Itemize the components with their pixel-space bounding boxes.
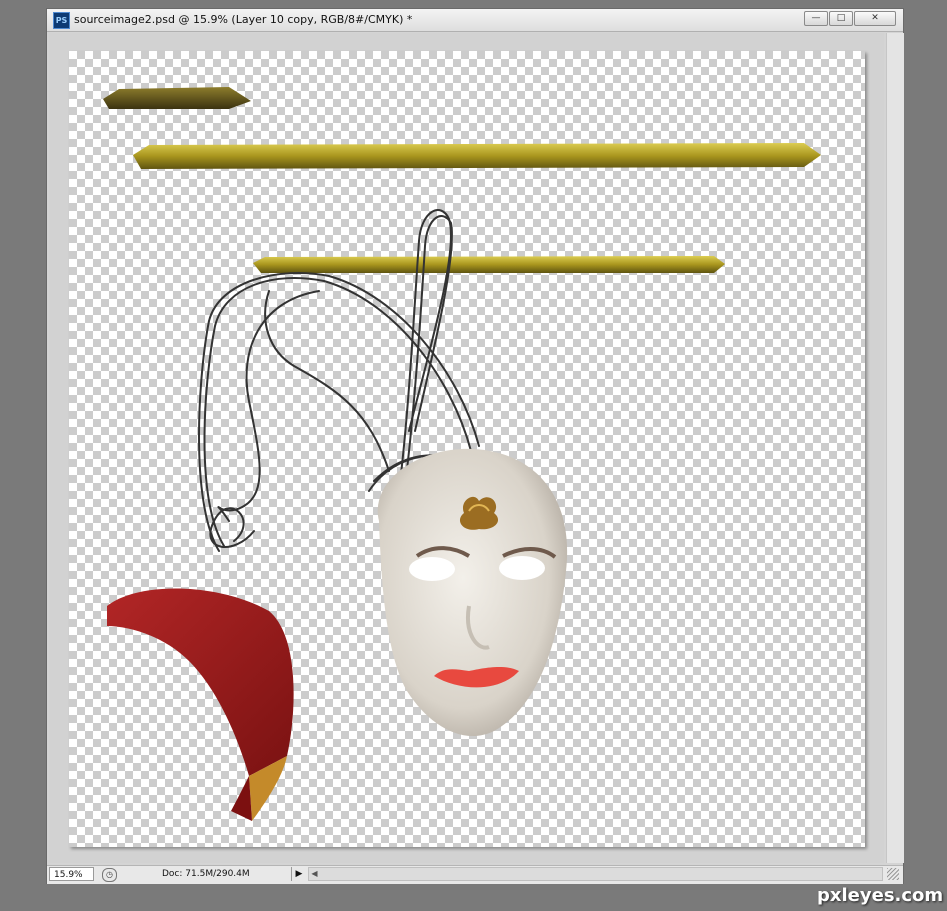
zoom-level-field[interactable]: 15.9%	[49, 867, 94, 881]
vertical-scrollbar[interactable]	[886, 33, 904, 863]
mask	[377, 448, 568, 737]
close-button[interactable]: ✕	[854, 11, 896, 26]
status-info-icon[interactable]: ◷	[102, 868, 117, 882]
gold-bar-long	[133, 143, 821, 169]
photoshop-app-icon: PS	[53, 12, 70, 29]
red-feather	[107, 588, 294, 821]
document-size-info: Doc: 71.5M/290.4M	[162, 869, 250, 879]
status-menu-arrow-icon[interactable]: ▶	[291, 867, 306, 881]
status-bar: 15.9% ◷ Doc: 71.5M/290.4M ▶ ◀	[47, 865, 903, 884]
title-bar[interactable]: PS sourceimage2.psd @ 15.9% (Layer 10 co…	[47, 9, 903, 32]
minimize-button[interactable]: —	[804, 11, 828, 26]
scroll-left-icon[interactable]: ◀	[308, 867, 321, 881]
document-window: PS sourceimage2.psd @ 15.9% (Layer 10 co…	[46, 8, 904, 884]
canvas-area[interactable]	[49, 33, 884, 863]
layer-artwork	[103, 87, 821, 821]
document-canvas[interactable]	[69, 51, 865, 847]
maximize-button[interactable]: □	[829, 11, 853, 26]
document-title: sourceimage2.psd @ 15.9% (Layer 10 copy,…	[74, 13, 413, 26]
gold-bar-middle	[253, 256, 725, 273]
gold-bar-short	[103, 87, 251, 109]
resize-grip-icon[interactable]	[887, 868, 899, 880]
horizontal-scrollbar[interactable]	[308, 867, 883, 881]
watermark: pxleyes.com	[817, 885, 944, 906]
